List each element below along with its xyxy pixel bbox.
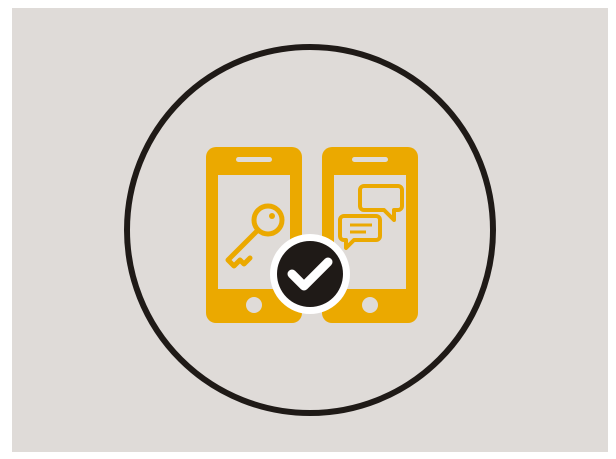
- checkmark-badge: [270, 234, 350, 314]
- background-panel: [12, 8, 608, 452]
- illustration-canvas: [12, 8, 608, 452]
- two-factor-illustration: [12, 8, 608, 452]
